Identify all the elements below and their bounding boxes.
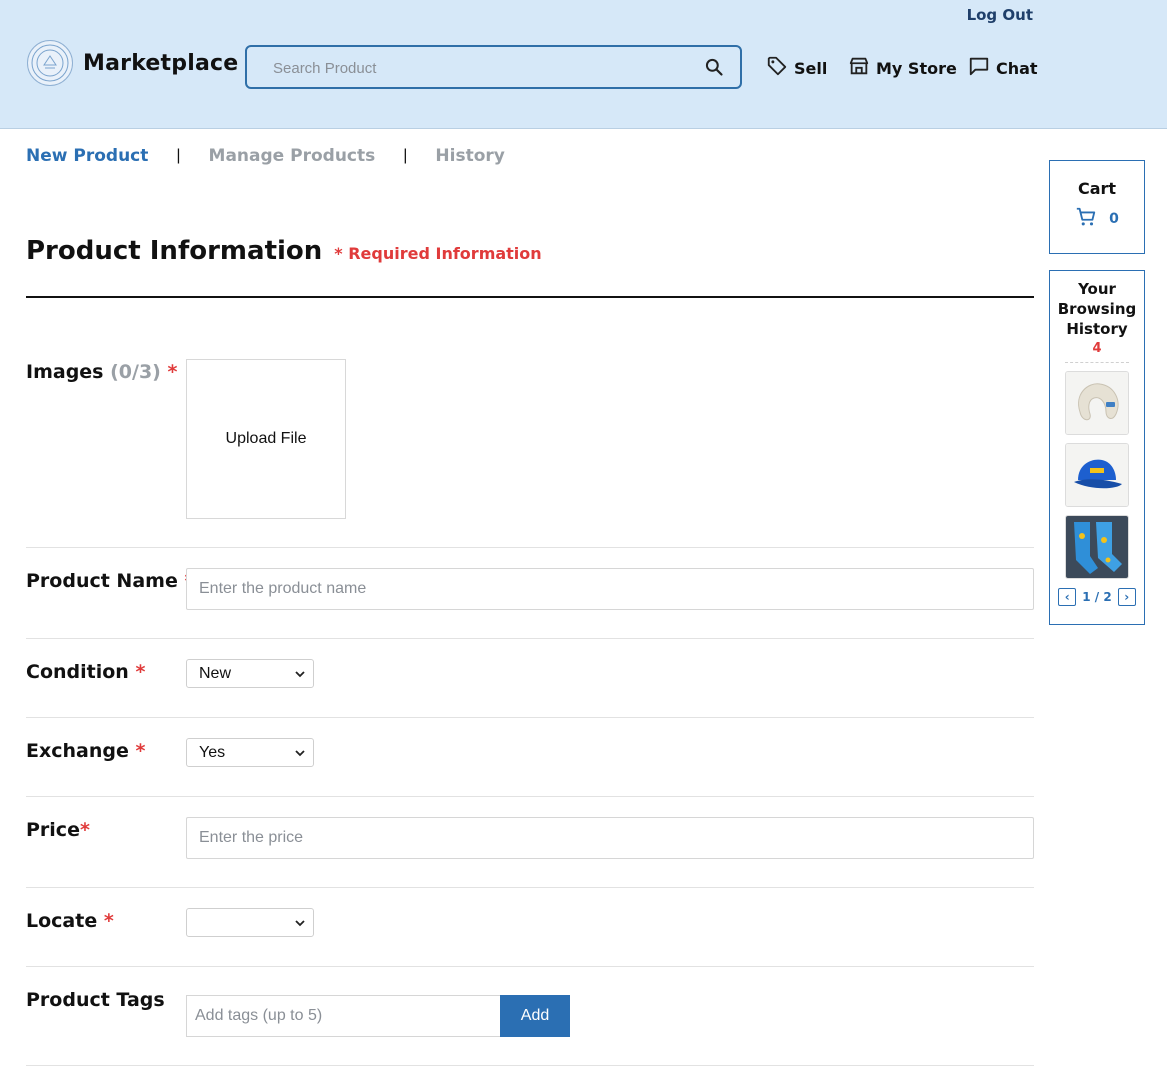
cart-title: Cart	[1077, 179, 1117, 198]
cart-count: 0	[1109, 211, 1119, 227]
exchange-label-text: Exchange	[26, 740, 129, 762]
history-page-indicator: 1 / 2	[1082, 590, 1112, 604]
chat-icon	[968, 55, 990, 81]
header: Log Out Marketplace Sell My Store	[0, 0, 1167, 129]
search-icon[interactable]	[704, 57, 724, 81]
tab-history[interactable]: History	[435, 146, 504, 166]
tags-input[interactable]	[186, 995, 500, 1037]
history-count: 4	[1092, 341, 1102, 356]
history-thumb-cap[interactable]	[1065, 443, 1129, 507]
locate-label: Locate *	[26, 910, 114, 932]
product-name-label: Product Name *	[26, 570, 194, 592]
cart-widget[interactable]: Cart 0	[1049, 160, 1145, 254]
locate-label-text: Locate	[26, 910, 98, 932]
divider	[26, 796, 1034, 797]
my-store-label: My Store	[876, 58, 957, 78]
title-row: Product Information * Required Informati…	[26, 236, 542, 266]
divider	[26, 966, 1034, 967]
store-icon	[848, 55, 870, 81]
condition-label-text: Condition	[26, 661, 129, 683]
history-title-line: Browsing	[1057, 300, 1137, 318]
divider	[26, 547, 1034, 548]
history-title-line: History	[1066, 320, 1128, 338]
history-pager: ‹ 1 / 2 ›	[1050, 588, 1144, 606]
exchange-value: Yes	[199, 743, 226, 761]
chevron-down-icon	[295, 665, 305, 683]
divider	[26, 717, 1034, 718]
upload-file-button[interactable]: Upload File	[186, 359, 346, 519]
add-tag-button[interactable]: Add	[500, 995, 570, 1037]
history-title: Your Browsing History	[1050, 279, 1144, 339]
divider	[26, 887, 1034, 888]
price-label-text: Price	[26, 819, 80, 841]
images-label-text: Images	[26, 361, 104, 383]
sell-link[interactable]: Sell	[766, 55, 827, 81]
brand-name: Marketplace	[83, 50, 239, 76]
chevron-down-icon	[295, 914, 305, 932]
browsing-history-widget: Your Browsing History 4 ‹ 1 / 2 ›	[1049, 270, 1145, 625]
required-note: * Required Information	[334, 244, 542, 263]
tag-icon	[766, 55, 788, 81]
product-name-input[interactable]	[186, 568, 1034, 610]
history-divider	[1065, 362, 1129, 363]
product-tabs: New Product | Manage Products | History	[26, 146, 505, 166]
product-name-label-text: Product Name	[26, 570, 178, 592]
my-store-link[interactable]: My Store	[848, 55, 957, 81]
history-title-line: Your	[1078, 280, 1116, 298]
university-seal-icon	[27, 40, 73, 86]
required-star: *	[103, 910, 114, 932]
exchange-label: Exchange *	[26, 740, 145, 762]
logout-link[interactable]: Log Out	[967, 6, 1033, 24]
prev-page-button[interactable]: ‹	[1058, 588, 1077, 606]
images-count: (0/3)	[110, 361, 161, 383]
condition-label: Condition *	[26, 661, 145, 683]
tab-separator: |	[403, 147, 408, 164]
required-star: *	[135, 661, 146, 683]
title-divider	[26, 296, 1034, 298]
locate-select[interactable]	[186, 908, 314, 937]
required-star: *	[167, 361, 178, 383]
search-input[interactable]	[271, 47, 695, 89]
chat-link[interactable]: Chat	[968, 55, 1038, 81]
divider	[26, 1065, 1034, 1066]
price-input[interactable]	[186, 817, 1034, 859]
price-label: Price*	[26, 819, 90, 841]
tab-manage-products[interactable]: Manage Products	[209, 146, 376, 166]
exchange-select[interactable]: Yes	[186, 738, 314, 767]
chat-label: Chat	[996, 58, 1038, 78]
logo[interactable]: Marketplace	[27, 40, 238, 86]
chevron-down-icon	[295, 744, 305, 762]
history-thumb-neck-pillow[interactable]	[1065, 371, 1129, 435]
condition-value: New	[199, 664, 232, 682]
page-title: Product Information	[26, 236, 323, 266]
tab-new-product[interactable]: New Product	[26, 146, 148, 166]
images-label: Images (0/3) *	[26, 361, 177, 383]
sell-label: Sell	[794, 58, 828, 78]
required-star: *	[135, 740, 146, 762]
cart-icon	[1075, 206, 1097, 232]
search-box	[245, 45, 742, 89]
next-page-button[interactable]: ›	[1117, 588, 1136, 606]
divider	[26, 638, 1034, 639]
condition-select[interactable]: New	[186, 659, 314, 688]
history-thumb-socks[interactable]	[1065, 515, 1129, 579]
tab-separator: |	[176, 147, 181, 164]
product-tags-label: Product Tags	[26, 989, 165, 1011]
required-star: *	[79, 819, 90, 841]
